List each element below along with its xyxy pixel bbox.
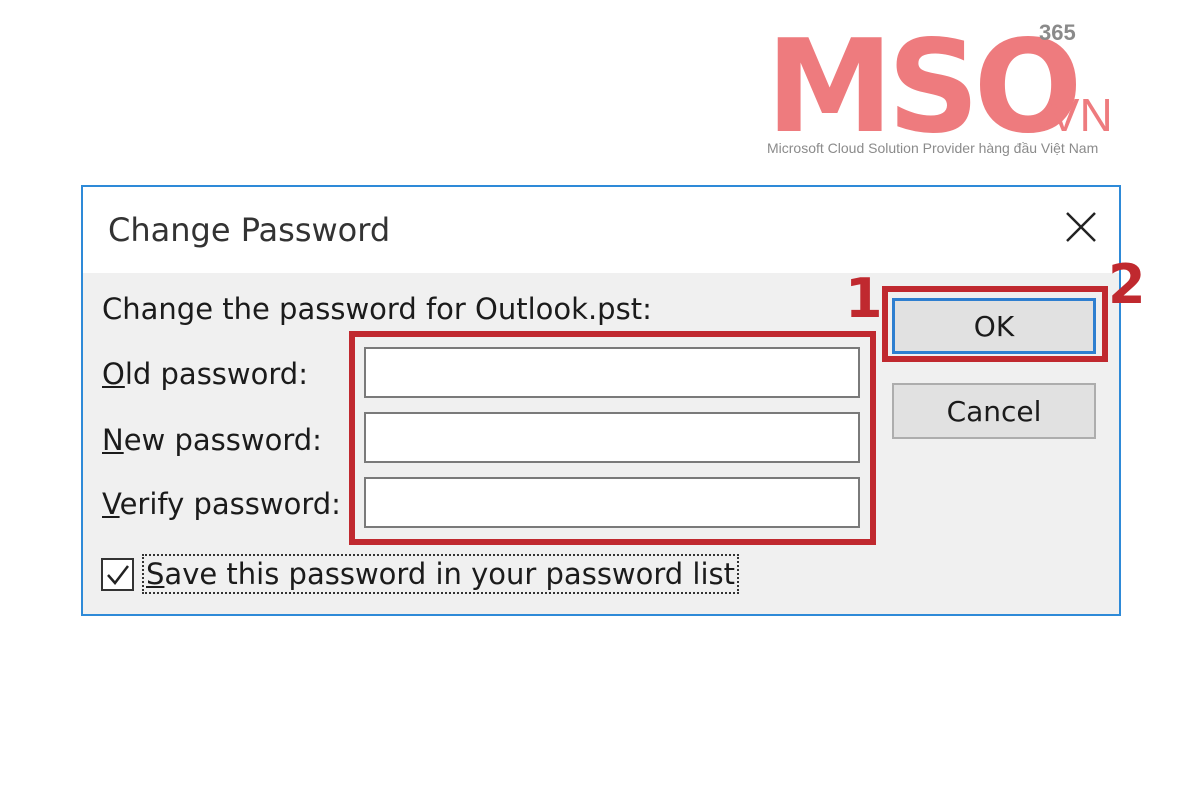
save-password-option[interactable]: Save this password in your password list: [101, 554, 740, 594]
checkmark-icon: [107, 564, 129, 585]
save-password-label-text: ave this password in your password list: [164, 557, 736, 591]
save-password-mnemonic: S: [146, 557, 165, 591]
verify-password-label-text: erify password:: [119, 487, 341, 521]
brand-superscript: 365: [1039, 20, 1076, 45]
brand-tagline: Microsoft Cloud Solution Provider hàng đ…: [767, 140, 1099, 156]
old-password-mnemonic: O: [102, 357, 125, 391]
ok-button-highlight: [882, 286, 1108, 362]
brand-domain-suffix: .VN: [1036, 89, 1113, 141]
save-password-label[interactable]: Save this password in your password list: [142, 554, 740, 594]
new-password-mnemonic: N: [102, 423, 124, 457]
close-icon: [1066, 212, 1096, 242]
dialog-prompt: Change the password for Outlook.pst:: [102, 292, 652, 326]
close-button[interactable]: [1063, 209, 1099, 245]
old-password-label: Old password:: [102, 357, 308, 391]
cancel-button[interactable]: Cancel: [892, 383, 1096, 439]
verify-password-mnemonic: V: [102, 487, 120, 521]
step-1-marker: 1: [845, 267, 883, 330]
brand-logo-text: MSO: [766, 13, 1082, 162]
dialog-titlebar: Change Password: [83, 187, 1119, 273]
save-password-checkbox[interactable]: [101, 557, 134, 591]
dialog-title: Change Password: [108, 211, 391, 249]
new-password-label-text: ew password:: [123, 423, 322, 457]
brand-logo: MSO 365 .VN Microsoft Cloud Solution Pro…: [766, 18, 1126, 163]
step-2-marker: 2: [1108, 253, 1146, 316]
verify-password-label: Verify password:: [102, 487, 341, 521]
new-password-label: New password:: [102, 423, 322, 457]
password-fields-highlight: [349, 331, 876, 545]
old-password-label-text: ld password:: [124, 357, 308, 391]
